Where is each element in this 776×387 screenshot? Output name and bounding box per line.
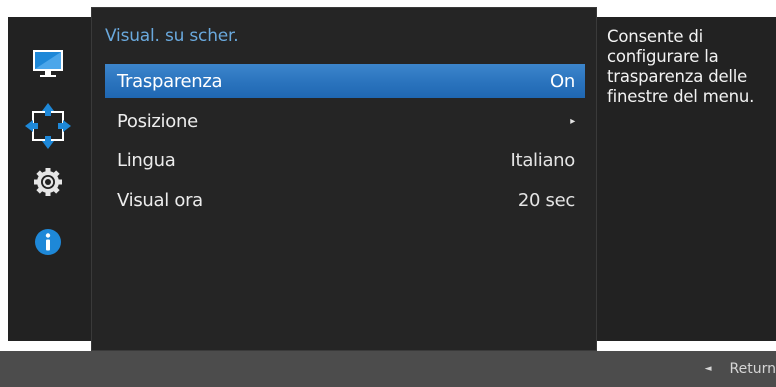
menu-item-value: 20 sec bbox=[517, 189, 575, 211]
return-button[interactable]: ◄ Return bbox=[705, 351, 776, 387]
move-arrows-icon[interactable] bbox=[23, 101, 73, 151]
bottom-bar: ◄ Return bbox=[0, 351, 776, 387]
menu-item-lingua[interactable]: Lingua Italiano bbox=[105, 143, 585, 177]
menu-panel: Visual. su scher. Trasparenza On Posizio… bbox=[91, 7, 597, 351]
menu-title: Visual. su scher. bbox=[105, 26, 239, 46]
help-text: Consente di configurare la trasparenza d… bbox=[607, 27, 755, 106]
submenu-arrow-icon: ▸ bbox=[570, 115, 575, 127]
menu-item-label: Posizione bbox=[117, 110, 198, 132]
osd-screen: Visual. su scher. Trasparenza On Posizio… bbox=[0, 0, 776, 387]
category-sidebar bbox=[8, 17, 91, 341]
gear-icon[interactable] bbox=[30, 164, 66, 200]
help-panel: Consente di configurare la trasparenza d… bbox=[597, 17, 776, 341]
monitor-icon[interactable] bbox=[30, 46, 66, 82]
info-icon[interactable] bbox=[30, 224, 66, 260]
menu-item-label: Trasparenza bbox=[117, 70, 223, 92]
menu-item-label: Lingua bbox=[117, 149, 176, 171]
menu-item-posizione[interactable]: Posizione ▸ bbox=[105, 104, 585, 138]
menu-item-visual-ora[interactable]: Visual ora 20 sec bbox=[105, 183, 585, 217]
menu-item-value: On bbox=[550, 70, 575, 92]
left-arrow-icon: ◄ bbox=[704, 364, 712, 374]
menu-item-label: Visual ora bbox=[117, 189, 203, 211]
menu-item-trasparenza[interactable]: Trasparenza On bbox=[105, 64, 585, 98]
return-label: Return bbox=[729, 361, 776, 377]
menu-item-value: Italiano bbox=[510, 149, 576, 171]
